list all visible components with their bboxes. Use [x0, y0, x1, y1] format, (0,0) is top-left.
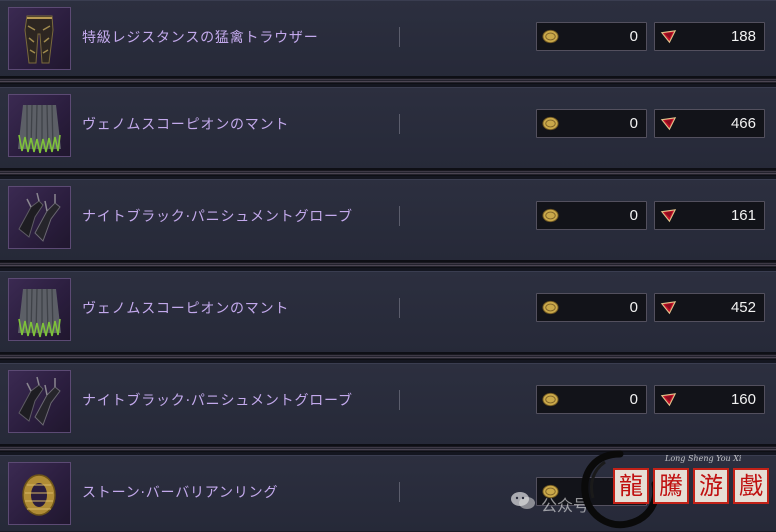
item-row[interactable]: ナイトブラック·パニシュメントグローブ 0 160: [0, 363, 776, 447]
red-gem-icon: [660, 393, 677, 407]
gold-price-box: 0: [536, 22, 647, 51]
gem-price-value: 160: [730, 391, 756, 408]
divider: [399, 298, 400, 318]
item-row[interactable]: ヴェノムスコーピオンのマント 0 466: [0, 87, 776, 171]
gold-price-value: 0: [629, 28, 638, 45]
gold-price-box: 0: [536, 293, 647, 322]
item-price-list: 特級レジスタンスの猛禽トラウザー 0 188 ヴェノムスコーピオンのマント 0 …: [0, 0, 776, 532]
row-separator: [0, 444, 776, 452]
gold-coin-icon: [542, 208, 559, 223]
row-separator: [0, 260, 776, 268]
gold-price-box: [536, 477, 647, 506]
gold-price-value: 0: [629, 391, 638, 408]
gold-price-box: 0: [536, 385, 647, 414]
red-gem-icon: [660, 209, 677, 223]
gem-price-value: 161: [730, 207, 756, 224]
item-row[interactable]: ナイトブラック·パニシュメントグローブ 0 161: [0, 179, 776, 263]
item-row[interactable]: 特級レジスタンスの猛禽トラウザー 0 188: [0, 0, 776, 84]
divider: [399, 27, 400, 47]
divider: [399, 114, 400, 134]
gold-price-value: 0: [629, 115, 638, 132]
ring-icon: [8, 462, 71, 525]
red-gem-icon: [660, 117, 677, 131]
item-name: ヴェノムスコーピオンのマント: [82, 301, 290, 317]
row-separator: [0, 76, 776, 84]
gem-price-value: 466: [730, 115, 756, 132]
divider: [399, 206, 400, 226]
divider: [399, 390, 400, 410]
item-row[interactable]: ストーン·バーバリアンリング: [0, 455, 776, 532]
gold-coin-icon: [542, 116, 559, 131]
divider: [399, 482, 400, 502]
gold-price-value: 0: [629, 299, 638, 316]
item-name: ナイトブラック·パニシュメントグローブ: [82, 209, 353, 225]
red-gem-icon: [660, 30, 677, 44]
gold-coin-icon: [542, 300, 559, 315]
gem-price-box: 466: [654, 109, 765, 138]
gold-coin-icon: [542, 484, 559, 499]
gold-price-box: 0: [536, 109, 647, 138]
gloves-icon: [8, 186, 71, 249]
item-name: ストーン·バーバリアンリング: [82, 485, 279, 501]
cloak-icon: [8, 278, 71, 341]
trousers-icon: [8, 7, 71, 70]
gloves-icon: [8, 370, 71, 433]
gold-coin-icon: [542, 29, 559, 44]
gem-price-box: 452: [654, 293, 765, 322]
gold-coin-icon: [542, 392, 559, 407]
gem-price-box: 188: [654, 22, 765, 51]
gem-price-value: 452: [730, 299, 756, 316]
item-name: 特級レジスタンスの猛禽トラウザー: [82, 30, 319, 46]
row-separator: [0, 352, 776, 360]
cloak-icon: [8, 94, 71, 157]
red-gem-icon: [660, 301, 677, 315]
gold-price-box: 0: [536, 201, 647, 230]
item-name: ヴェノムスコーピオンのマント: [82, 117, 290, 133]
item-name: ナイトブラック·パニシュメントグローブ: [82, 393, 353, 409]
item-row[interactable]: ヴェノムスコーピオンのマント 0 452: [0, 271, 776, 355]
gem-price-box: 160: [654, 385, 765, 414]
gold-price-value: 0: [629, 207, 638, 224]
gem-price-value: 188: [730, 28, 756, 45]
row-separator: [0, 168, 776, 176]
gem-price-box: 161: [654, 201, 765, 230]
